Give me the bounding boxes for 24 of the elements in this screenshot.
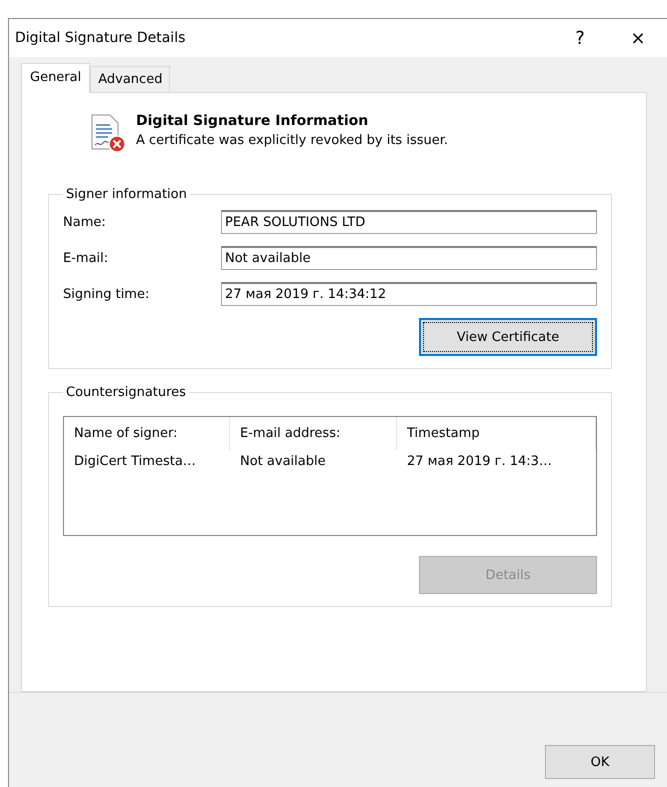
- table-cell-text: DigiCert Timesta…: [73, 453, 197, 471]
- column-header[interactable]: Timestamp: [397, 417, 596, 450]
- field-label: E-mail:: [63, 250, 110, 266]
- column-header[interactable]: Name of signer:: [64, 417, 230, 450]
- column-header[interactable]: E-mail address:: [230, 417, 397, 450]
- input-field[interactable]: Not available: [221, 246, 597, 270]
- group-title: Signer information: [65, 187, 188, 202]
- table-cell-text: 27 мая 2019 г. 14:3…: [406, 453, 553, 471]
- field-label: Signing time:: [63, 286, 150, 302]
- tab[interactable]: General: [21, 63, 90, 93]
- field-label: Name:: [63, 214, 107, 230]
- heading: Digital Signature Information: [136, 113, 370, 129]
- table-cell-text: Not available: [239, 453, 327, 471]
- window-title: Digital Signature Details: [15, 30, 186, 46]
- input-field[interactable]: PEAR SOLUTIONS LTD: [221, 210, 597, 234]
- group-title: Countersignatures: [65, 385, 187, 400]
- input-field[interactable]: 27 мая 2019 г. 14:34:12: [221, 282, 597, 306]
- close-button[interactable]: ×: [609, 19, 667, 57]
- ok-button[interactable]: OK: [545, 745, 655, 779]
- revoked-certificate-icon: [90, 113, 126, 153]
- help-button[interactable]: ?: [551, 19, 609, 57]
- dialog-button[interactable]: View Certificate: [419, 318, 597, 356]
- tab[interactable]: Advanced: [90, 66, 170, 92]
- status-message: A certificate was explicitly revoked by its issuer.: [136, 133, 448, 148]
